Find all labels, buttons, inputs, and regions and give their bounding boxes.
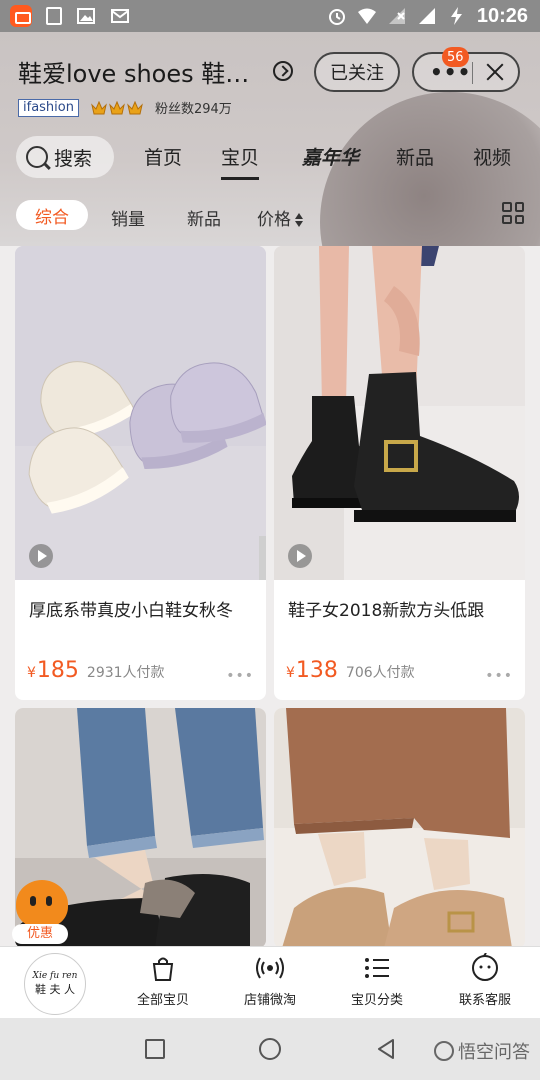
tab-home[interactable]: 首页 (144, 143, 182, 170)
product-title[interactable]: 厚底系带真皮小白鞋女秋冬 (29, 596, 257, 621)
broadcast-icon (256, 957, 284, 979)
more-options-icon[interactable]: ••• (226, 668, 254, 684)
chat-bot-icon (472, 953, 498, 981)
watermark-text: 悟空问答 (458, 1042, 530, 1063)
sort-comprehensive[interactable]: 综合 (16, 200, 88, 230)
search-label: 搜索 (54, 147, 93, 170)
product-card[interactable]: 厚底系带真皮小白鞋女秋冬 ¥ 185 2931人付款 ••• (15, 246, 266, 700)
tab-products[interactable]: 宝贝 (221, 143, 260, 180)
sort-bar: 综合 销量 新品 价格 (16, 198, 526, 232)
sold-count: 2931人付款 (86, 665, 165, 681)
logo-script: Xie fu ren (32, 971, 78, 981)
wukong-logo-icon (434, 1041, 454, 1061)
taobao-notification-icon (10, 5, 32, 27)
product-card[interactable] (274, 708, 525, 948)
store-info-arrow-icon[interactable] (273, 61, 293, 81)
ifashion-tag: ifashion (18, 98, 79, 117)
product-title[interactable]: 鞋子女2018新款方头低跟 (288, 596, 516, 621)
crown-icon (127, 100, 143, 115)
boots-photo (274, 246, 525, 580)
store-logo[interactable]: Xie fu ren 鞋 夫 人 (24, 953, 86, 1015)
sort-new[interactable]: 新品 (187, 205, 221, 230)
slipons-photo (274, 708, 525, 948)
currency-symbol: ¥ (286, 665, 295, 681)
clock: 10:26 (476, 4, 528, 27)
tab-new[interactable]: 新品 (396, 143, 434, 170)
status-left (10, 5, 130, 27)
tab-label: 联系客服 (458, 993, 511, 1008)
tab-label: 宝贝分类 (350, 993, 403, 1008)
store-meta: ifashion 粉丝数294万 (18, 98, 232, 117)
signal-off-icon (388, 8, 405, 24)
product-image[interactable] (274, 246, 525, 580)
list-icon (365, 958, 389, 978)
store-header: 鞋爱love shoes 鞋夫人 已关注 ••• 56 ifashion 粉丝数… (0, 32, 540, 246)
sort-price-label: 价格 (257, 210, 291, 230)
coupon-widget[interactable]: 优惠 (12, 880, 72, 944)
mail-icon (111, 9, 129, 23)
tab-carnival[interactable]: 嘉年华 (302, 143, 359, 170)
sneakers-photo (15, 246, 266, 580)
bottom-tab-bar: Xie fu ren 鞋 夫 人 全部宝贝 店铺微淘 宝贝分类 联系客服 (0, 946, 540, 1018)
logo-text: 鞋 夫 人 (35, 983, 75, 996)
product-price: 185 (36, 658, 79, 683)
capsule-divider (472, 62, 473, 84)
video-play-icon[interactable] (29, 544, 53, 568)
price-row: ¥ 185 2931人付款 (27, 658, 165, 683)
status-bar: 10:26 (0, 0, 540, 32)
watermark: 悟空问答 (434, 1038, 530, 1064)
store-rating (91, 100, 143, 115)
bag-icon (152, 957, 174, 981)
wifi-icon (357, 8, 376, 24)
product-grid: 厚底系带真皮小白鞋女秋冬 ¥ 185 2931人付款 ••• 鞋子女2018新款… (0, 246, 540, 948)
coupon-label: 优惠 (12, 924, 68, 944)
follow-button[interactable]: 已关注 (314, 52, 400, 92)
tab-label: 店铺微淘 (243, 993, 296, 1008)
system-nav-bar: 悟空问答 (0, 1018, 540, 1080)
battery-charging-icon (450, 7, 462, 25)
product-image[interactable] (274, 708, 525, 948)
product-price: 138 (295, 658, 338, 683)
close-icon[interactable] (482, 59, 508, 85)
product-image[interactable] (15, 246, 266, 580)
more-options-icon[interactable]: ••• (485, 668, 513, 684)
tab-store-feed[interactable]: 店铺微淘 (225, 953, 315, 1008)
more-icon[interactable]: ••• (430, 62, 471, 82)
notification-badge: 56 (442, 47, 469, 67)
image-icon (77, 8, 95, 24)
sold-count: 706人付款 (345, 665, 415, 681)
grid-view-icon[interactable] (502, 202, 524, 224)
sort-price[interactable]: 价格 (257, 205, 304, 230)
back-icon[interactable] (376, 1038, 396, 1060)
mascot-icon (16, 880, 68, 928)
product-card[interactable]: 鞋子女2018新款方头低跟 ¥ 138 706人付款 ••• (274, 246, 525, 700)
status-right: 10:26 (327, 5, 528, 28)
alarm-icon (328, 9, 345, 25)
store-name[interactable]: 鞋爱love shoes 鞋夫人 (18, 54, 263, 89)
crown-icon (91, 100, 107, 115)
sim-icon (46, 7, 62, 25)
tab-all-products[interactable]: 全部宝贝 (118, 953, 208, 1008)
sort-arrows-icon (294, 212, 304, 228)
tab-label: 全部宝贝 (136, 993, 189, 1008)
signal-icon (418, 8, 435, 24)
sort-sales[interactable]: 销量 (111, 205, 145, 230)
tab-video[interactable]: 视频 (473, 143, 511, 170)
tab-customer-service[interactable]: 联系客服 (440, 953, 530, 1008)
crown-icon (109, 100, 125, 115)
recents-icon[interactable] (145, 1039, 165, 1059)
currency-symbol: ¥ (27, 665, 36, 681)
store-nav: 搜索 首页 宝贝 嘉年华 新品 视频 (16, 134, 526, 180)
fans-count: 粉丝数294万 (154, 102, 232, 117)
search-icon (26, 146, 48, 168)
home-icon[interactable] (259, 1038, 281, 1060)
video-play-icon[interactable] (288, 544, 312, 568)
price-row: ¥ 138 706人付款 (286, 658, 415, 683)
tab-categories[interactable]: 宝贝分类 (332, 953, 422, 1008)
search-button[interactable]: 搜索 (16, 136, 114, 178)
